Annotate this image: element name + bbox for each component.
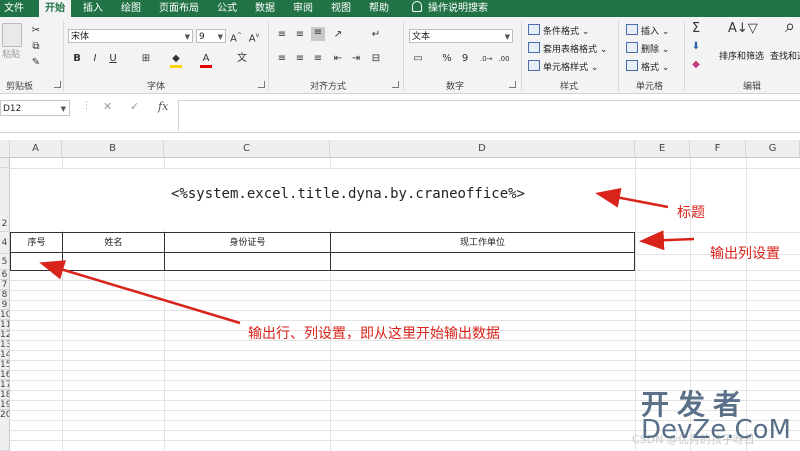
arrow-to-columns [639,230,695,251]
annotation-columns: 输出列设置 [710,246,780,262]
arrow-to-rows [39,260,241,325]
annotation-rows: 输出行、列设置，即从这里开始输出数据 [248,326,500,342]
arrow-to-title [595,187,669,209]
watermark-logo-en: DevZe.CoM [641,415,791,445]
annotation-title: 标题 [677,205,705,221]
